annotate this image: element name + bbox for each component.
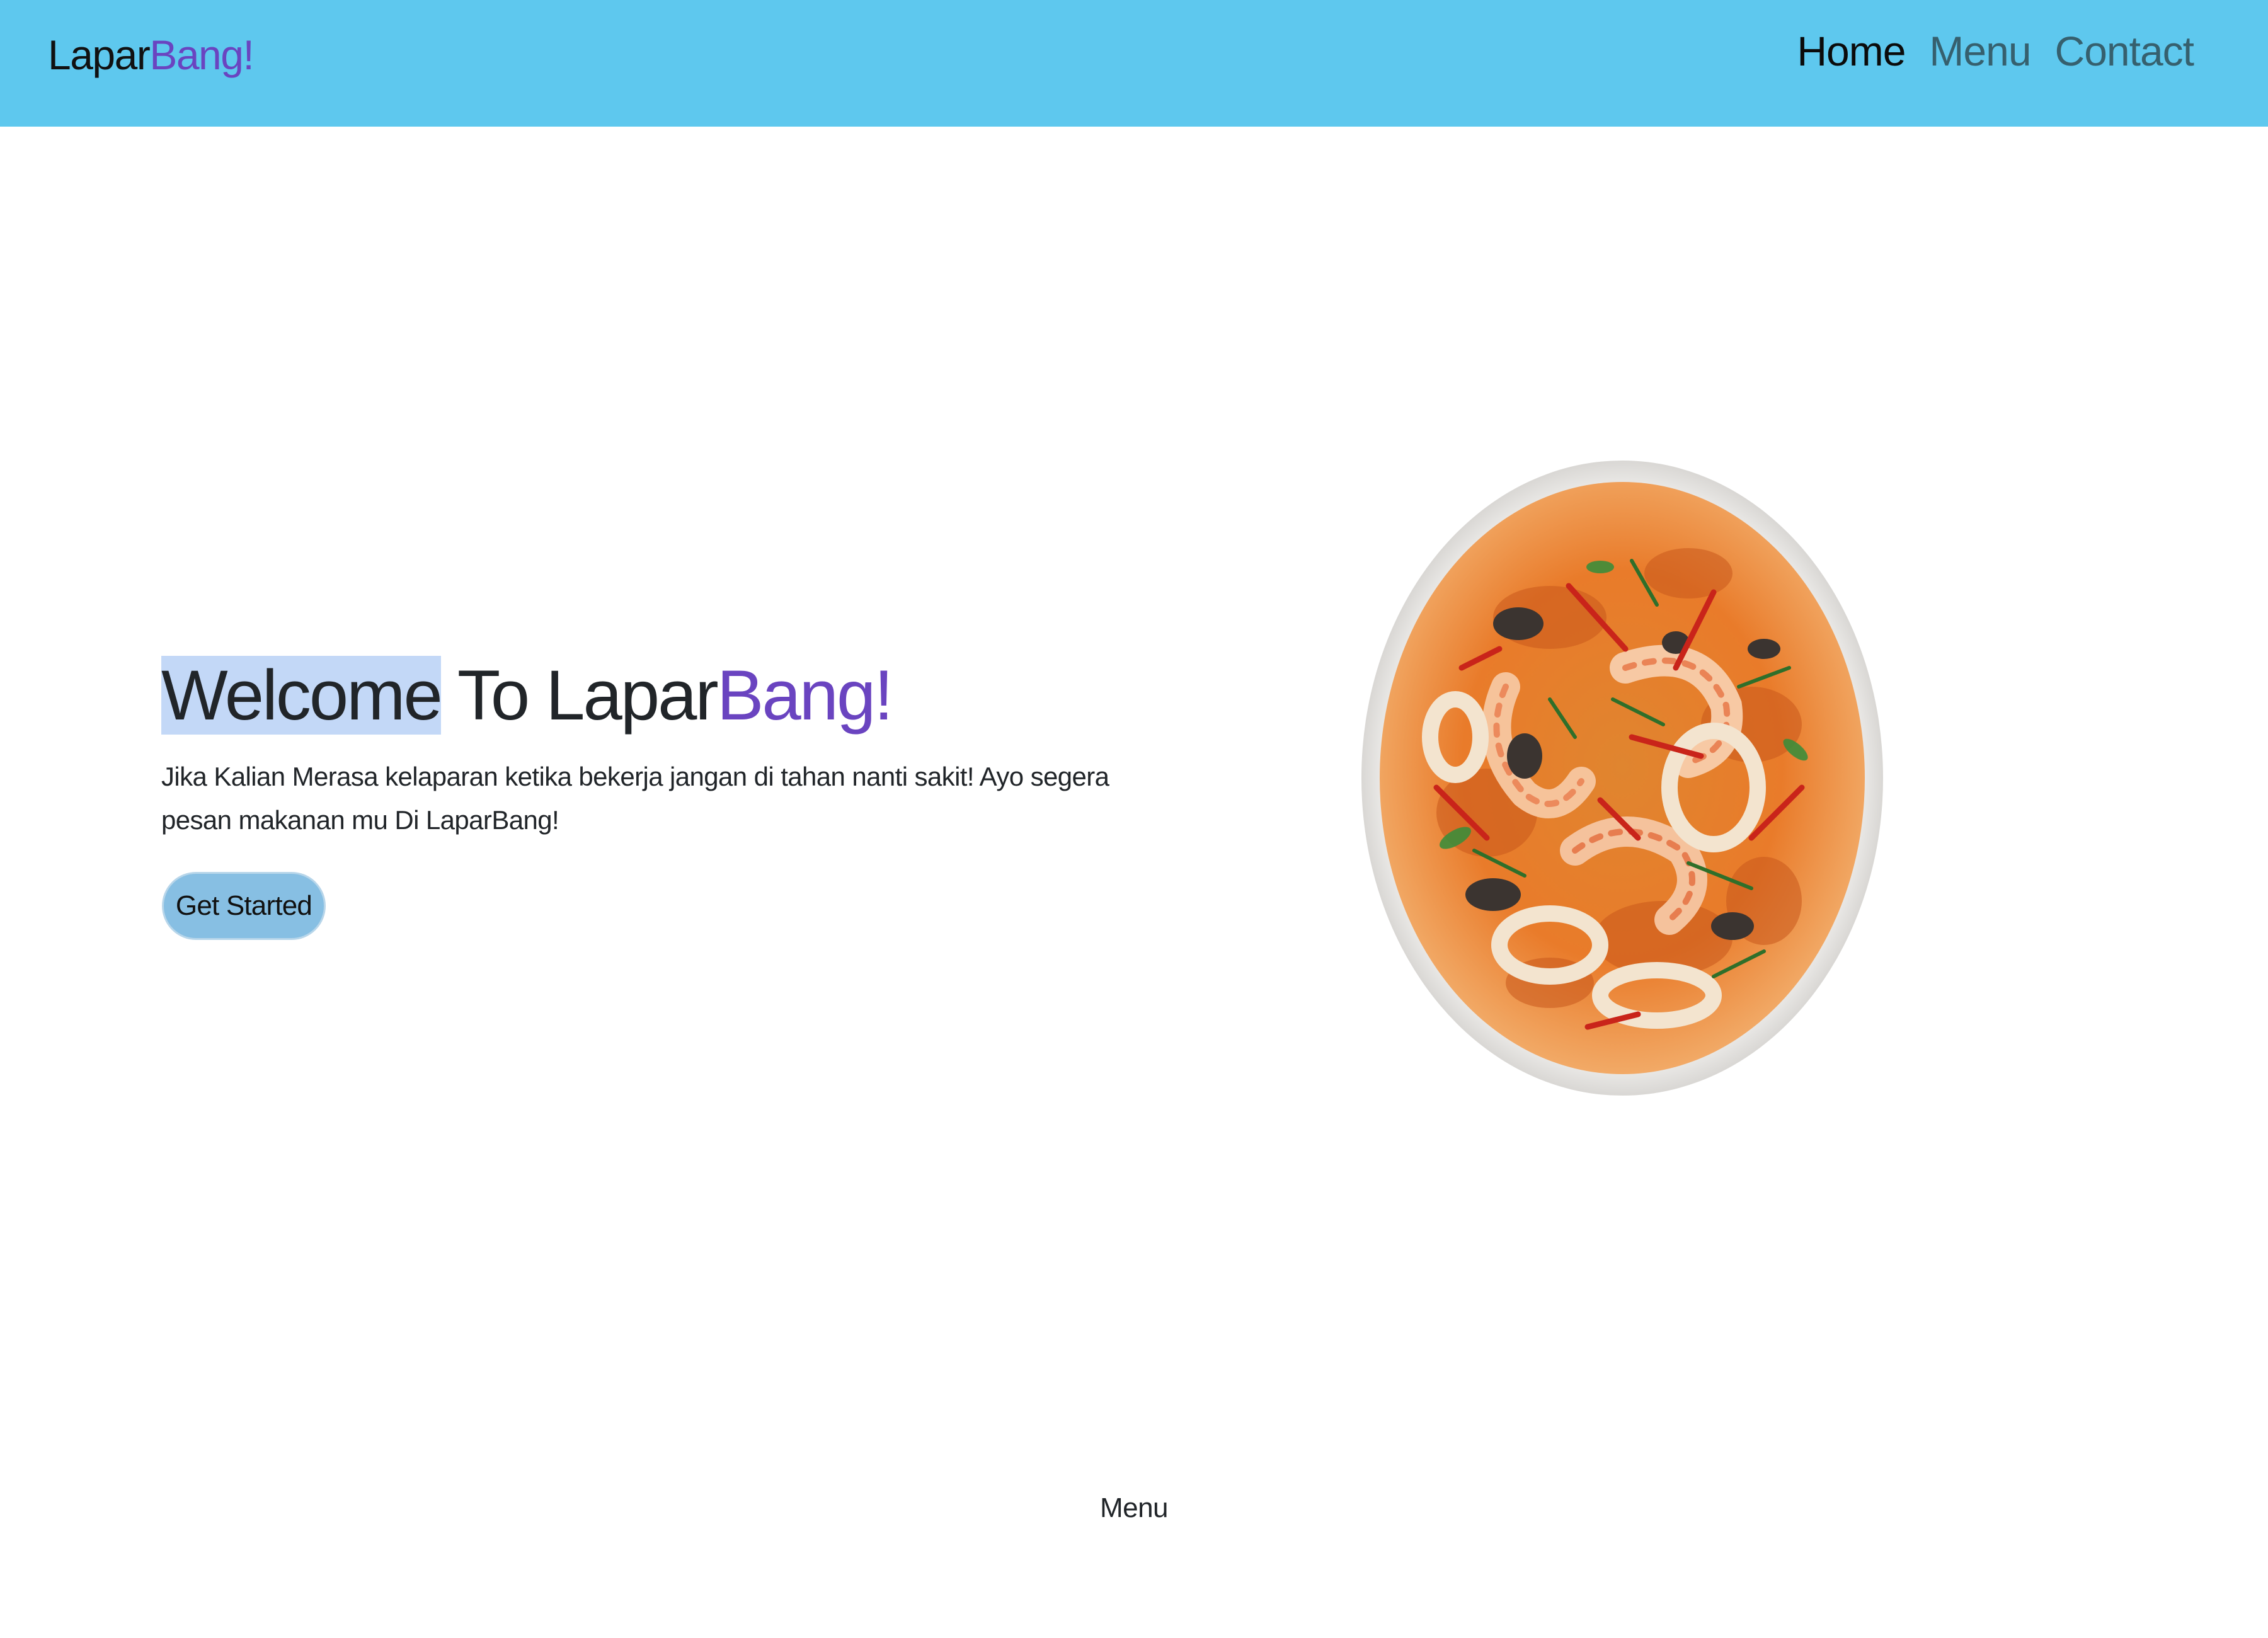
navbar: LaparBang! Home Menu Contact bbox=[0, 0, 2268, 127]
hero-title-highlighted: Welcome bbox=[161, 656, 443, 735]
nav-links: Home Menu Contact bbox=[1797, 24, 2194, 78]
brand-logo[interactable]: LaparBang! bbox=[48, 28, 255, 82]
hero-title-middle: To Lapar bbox=[440, 656, 719, 735]
menu-section-heading: Menu bbox=[1099, 1492, 1169, 1523]
nav-link-home[interactable]: Home bbox=[1797, 24, 1906, 78]
nav-link-contact[interactable]: Contact bbox=[2055, 24, 2194, 78]
hero-description: Jika Kalian Merasa kelaparan ketika beke… bbox=[161, 762, 1109, 835]
page: LaparBang! Home Menu Contact Welcome To … bbox=[0, 0, 2268, 1638]
brand-accent-text: Bang! bbox=[149, 32, 254, 78]
hero-title-accent: Bang! bbox=[716, 656, 894, 735]
seafood-curry-bowl-image bbox=[1361, 461, 1883, 1096]
get-started-button[interactable]: Get Started bbox=[162, 872, 326, 940]
brand-main-text: Lapar bbox=[48, 32, 151, 78]
nav-link-menu[interactable]: Menu bbox=[1929, 24, 2031, 78]
hero-title: Welcome To LaparBang! bbox=[161, 651, 894, 740]
